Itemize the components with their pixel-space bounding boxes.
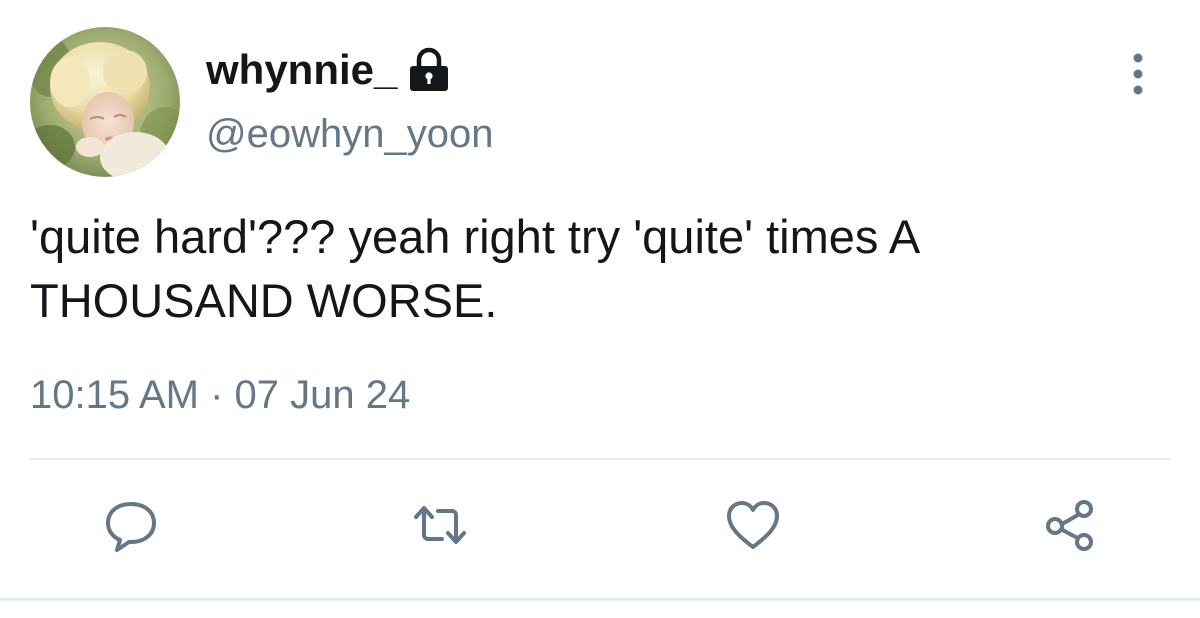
more-options-button[interactable] [1118,50,1158,98]
avatar[interactable] [30,27,180,177]
avatar-image [30,27,180,177]
tweet-timestamp[interactable]: 10:15 AM · 07 Jun 24 [30,373,410,418]
display-name-row: whynnie_ [206,40,451,100]
heart-icon [727,501,779,549]
like-button[interactable] [718,490,788,560]
action-bar [0,490,1200,570]
display-name[interactable]: whynnie_ [206,46,397,94]
retweet-icon [414,506,466,544]
share-button[interactable] [1035,490,1105,560]
divider [30,458,1170,460]
user-handle[interactable]: @eowhyn_yoon [206,112,493,157]
reply-icon [106,502,156,552]
retweet-button[interactable] [405,490,475,560]
more-vertical-icon [1133,53,1143,95]
tweet-card: whynnie_ @eowhyn_yoon 'quite hard'??? ye… [0,0,1200,618]
divider [0,598,1200,601]
lock-icon [407,47,451,93]
tweet-text: 'quite hard'??? yeah right try 'quite' t… [30,210,930,327]
reply-button[interactable] [96,490,166,560]
share-icon [1046,500,1093,551]
